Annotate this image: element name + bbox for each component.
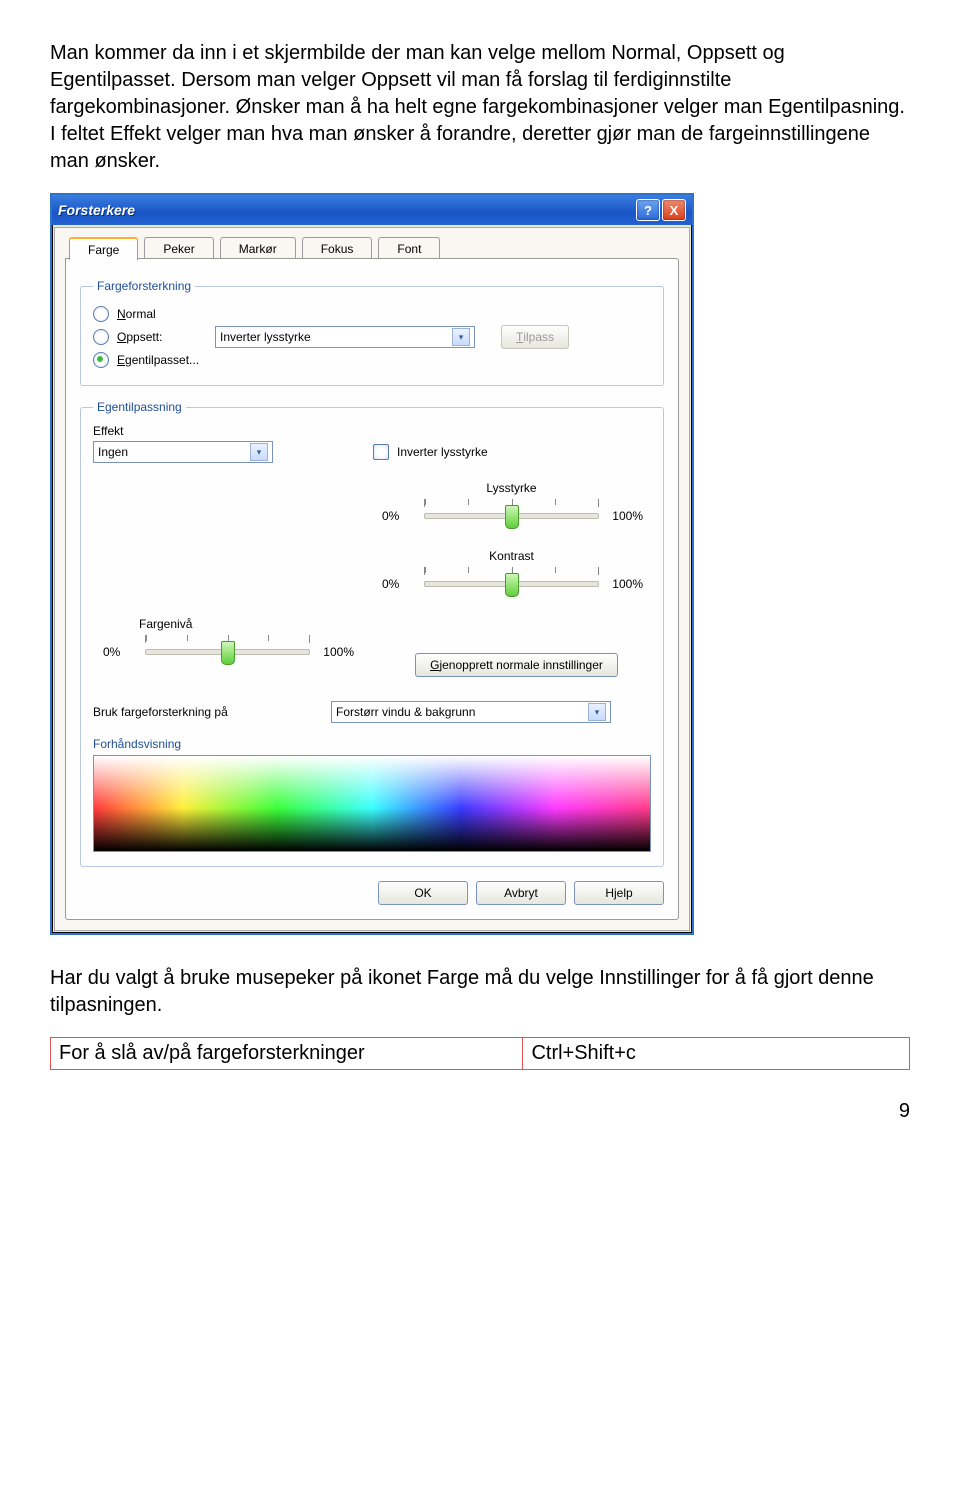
radio-egentilpasset[interactable] [93,352,109,368]
dialog-buttons: OK Avbryt Hjelp [80,881,664,905]
radio-normal-label: Normal [117,307,156,321]
tilpass-button: Tilpass [501,325,569,349]
fargeniva-slider[interactable]: 0% 100% [93,635,362,675]
radio-oppsett-label: Oppsett: [117,330,207,344]
oppsett-combo[interactable]: Inverter lysstyrke ▾ [215,326,475,348]
oppsett-combo-value: Inverter lysstyrke [220,330,311,344]
shortcut-key: Ctrl+Shift+c [523,1038,910,1070]
radio-egentilpasset-label: Egentilpasset... [117,353,199,367]
chevron-down-icon[interactable]: ▾ [250,443,268,461]
doc-paragraph-1: Man kommer da inn i et skjermbilde der m… [50,40,910,175]
slider-max: 100% [612,509,643,523]
group-egentilpassning: Egentilpassning Effekt Ingen ▾ Inve [80,400,664,867]
help-icon[interactable]: ? [636,199,660,221]
page-number: 9 [50,1100,910,1123]
window-title: Forsterkere [58,202,634,218]
dialog-window: Forsterkere ? X Farge Peker Markør Fokus… [50,193,694,935]
table-row: For å slå av/på fargeforsterkninger Ctrl… [51,1038,910,1070]
slider-min: 0% [382,509,399,523]
tab-farge[interactable]: Farge [69,237,138,260]
preview-label: Forhåndsvisning [93,737,651,751]
tab-peker[interactable]: Peker [144,237,213,260]
color-preview [93,755,651,852]
help-button[interactable]: Hjelp [574,881,664,905]
effekt-label: Effekt [93,424,273,438]
doc-paragraph-2: Har du valgt å bruke musepeker på ikonet… [50,965,910,1019]
cancel-button[interactable]: Avbryt [476,881,566,905]
bruk-combo[interactable]: Forstørr vindu & bakgrunn ▾ [331,701,611,723]
effekt-combo[interactable]: Ingen ▾ [93,441,273,463]
group-legend: Fargeforsterkning [93,279,195,293]
titlebar[interactable]: Forsterkere ? X [52,195,692,225]
lysstyrke-label: Lysstyrke [372,481,651,495]
kontrast-label: Kontrast [372,549,651,563]
group2-legend: Egentilpassning [93,400,186,414]
chevron-down-icon[interactable]: ▾ [588,703,606,721]
effekt-value: Ingen [98,445,128,459]
tab-fokus[interactable]: Fokus [302,237,373,260]
invert-checkbox[interactable] [373,444,389,460]
group-fargeforsterkning: Fargeforsterkning Normal Oppsett: Invert… [80,279,664,386]
kontrast-slider[interactable]: 0% 100% [372,567,651,607]
tab-font[interactable]: Font [378,237,440,260]
lysstyrke-slider[interactable]: 0% 100% [372,499,651,539]
ok-button[interactable]: OK [378,881,468,905]
tab-strip: Farge Peker Markør Fokus Font [65,236,679,259]
fargeniva-label: Fargenivå [139,617,362,631]
radio-normal[interactable] [93,306,109,322]
client-area: Farge Peker Markør Fokus Font Fargeforst… [54,227,690,931]
gjenopprett-button[interactable]: Gjenopprett normale innstillinger [415,653,618,677]
bruk-label: Bruk fargeforsterkning på [93,705,323,719]
close-icon[interactable]: X [662,199,686,221]
invert-label: Inverter lysstyrke [397,445,488,459]
radio-oppsett[interactable] [93,329,109,345]
tab-markor[interactable]: Markør [220,237,296,260]
slider-min: 0% [382,577,399,591]
chevron-down-icon[interactable]: ▾ [452,328,470,346]
shortcut-table: For å slå av/på fargeforsterkninger Ctrl… [50,1037,910,1070]
slider-min: 0% [103,645,120,659]
slider-max: 100% [612,577,643,591]
tab-page: Fargeforsterkning Normal Oppsett: Invert… [65,258,679,920]
bruk-value: Forstørr vindu & bakgrunn [336,705,475,719]
shortcut-label: For å slå av/på fargeforsterkninger [51,1038,523,1070]
slider-max: 100% [323,645,354,659]
